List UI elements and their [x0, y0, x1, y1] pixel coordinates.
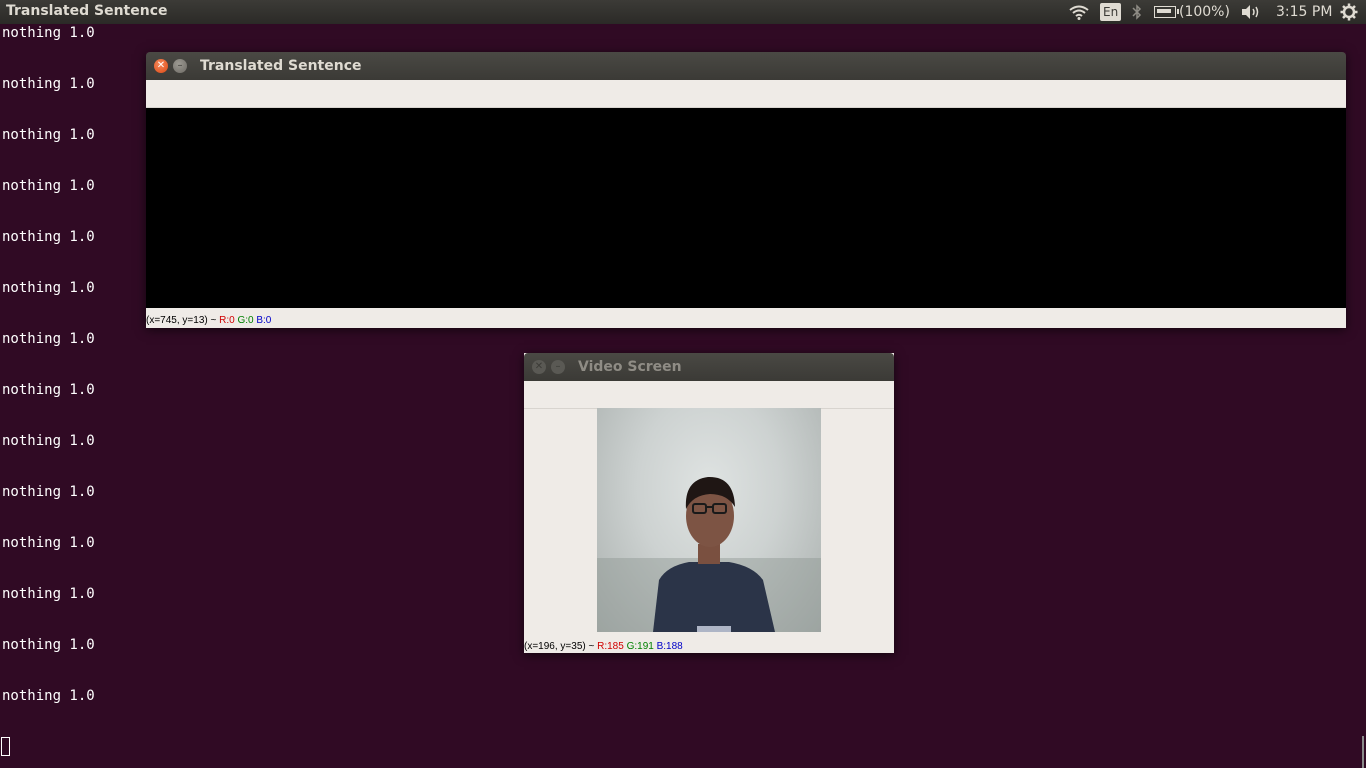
terminal-line: nothing 1.0 [2, 178, 95, 194]
terminal-line: nothing 1.0 [2, 280, 95, 296]
top-panel: Translated Sentence En (100%) 3:15 PM [0, 0, 1366, 24]
cursor-coords: (x=196, y=35) ~ [524, 641, 598, 652]
terminal-line: nothing 1.0 [2, 331, 95, 347]
window-title: Translated Sentence [200, 58, 362, 74]
green-value: G:191 [626, 641, 654, 652]
battery-indicator[interactable]: (100%) [1154, 0, 1230, 24]
battery-icon [1154, 6, 1179, 18]
sentence-canvas[interactable] [146, 108, 1346, 308]
window-toolbar [524, 381, 894, 409]
clock[interactable]: 3:15 PM [1276, 0, 1332, 24]
window-title: Video Screen [578, 359, 682, 375]
window-titlebar[interactable]: ✕ – Video Screen [524, 353, 894, 381]
pixel-status-bar: (x=745, y=13) ~ R:0 G:0 B:0 [146, 308, 1346, 328]
blue-value: B:188 [656, 641, 683, 652]
terminal-line: nothing 1.0 [2, 433, 95, 449]
settings-gear-icon[interactable] [1340, 0, 1358, 24]
pixel-status-bar: (x=196, y=35) ~ R:185 G:191 B:188 [524, 636, 894, 653]
webcam-frame[interactable] [597, 408, 821, 632]
cursor-coords: (x=745, y=13) ~ [146, 315, 220, 326]
language-label: En [1100, 3, 1122, 21]
terminal-line: nothing 1.0 [2, 382, 95, 398]
close-button[interactable]: ✕ [154, 59, 168, 73]
blue-value: B:0 [256, 315, 272, 326]
webcam-person-image [597, 476, 821, 632]
close-button[interactable]: ✕ [532, 360, 546, 374]
terminal-line: nothing 1.0 [2, 484, 95, 500]
keyboard-language-indicator[interactable]: En [1100, 0, 1122, 24]
terminal-scrollbar[interactable] [1362, 736, 1364, 768]
terminal-line: nothing 1.0 [2, 688, 95, 704]
active-app-title: Translated Sentence [6, 3, 168, 19]
terminal-cursor [1, 737, 10, 756]
terminal-line: nothing 1.0 [2, 25, 95, 41]
battery-percent: (100%) [1179, 4, 1230, 20]
minimize-button[interactable]: – [551, 360, 565, 374]
terminal-line: nothing 1.0 [2, 586, 95, 602]
bluetooth-icon[interactable] [1131, 0, 1143, 24]
wifi-icon[interactable] [1068, 0, 1090, 24]
terminal-line: nothing 1.0 [2, 535, 95, 551]
terminal-line: nothing 1.0 [2, 229, 95, 245]
window-titlebar[interactable]: ✕ – Translated Sentence [146, 52, 1346, 80]
terminal-line: nothing 1.0 [2, 637, 95, 653]
terminal-line: nothing 1.0 [2, 127, 95, 143]
green-value: G:0 [237, 315, 254, 326]
terminal-line: nothing 1.0 [2, 76, 95, 92]
red-value: R:0 [219, 315, 235, 326]
volume-icon[interactable] [1240, 0, 1262, 24]
minimize-button[interactable]: – [173, 59, 187, 73]
window-toolbar [146, 80, 1346, 108]
video-screen-window[interactable]: ✕ – Video Screen (x=196, y=35) ~ R:185 G… [524, 353, 894, 653]
red-value: R:185 [597, 641, 624, 652]
translated-sentence-window[interactable]: ✕ – Translated Sentence (x=745, y=13) ~ … [146, 52, 1346, 328]
